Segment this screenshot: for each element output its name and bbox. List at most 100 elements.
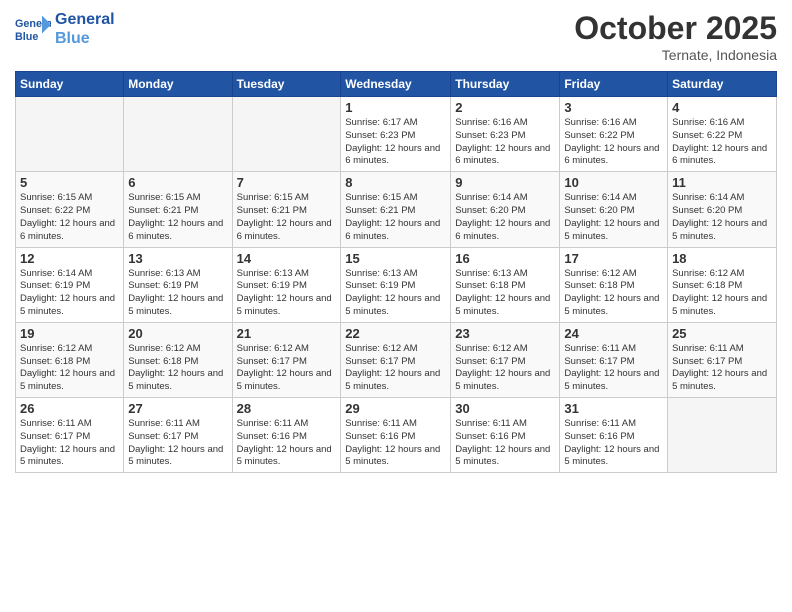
- generalblue-logo-icon: General Blue: [15, 11, 51, 47]
- day-number: 14: [237, 251, 337, 266]
- calendar-cell: 22Sunrise: 6:12 AMSunset: 6:17 PMDayligh…: [341, 322, 451, 397]
- cell-info: Sunrise: 6:12 AMSunset: 6:18 PMDaylight:…: [20, 343, 119, 394]
- day-number: 31: [564, 401, 663, 416]
- cell-info: Sunrise: 6:12 AMSunset: 6:17 PMDaylight:…: [345, 343, 446, 394]
- day-number: 10: [564, 175, 663, 190]
- calendar-cell: 31Sunrise: 6:11 AMSunset: 6:16 PMDayligh…: [560, 398, 668, 473]
- cell-info: Sunrise: 6:11 AMSunset: 6:17 PMDaylight:…: [672, 343, 772, 394]
- calendar-cell: 1 Sunrise: 6:17 AMSunset: 6:23 PMDaylight…: [341, 97, 451, 172]
- calendar-cell: 20Sunrise: 6:12 AMSunset: 6:18 PMDayligh…: [124, 322, 232, 397]
- cell-info: Sunrise: 6:14 AMSunset: 6:20 PMDaylight:…: [455, 192, 555, 243]
- calendar-cell: 26Sunrise: 6:11 AMSunset: 6:17 PMDayligh…: [16, 398, 124, 473]
- calendar-cell: 8 Sunrise: 6:15 AMSunset: 6:21 PMDaylight…: [341, 172, 451, 247]
- day-number: 27: [128, 401, 227, 416]
- cell-info: Sunrise: 6:15 AMSunset: 6:22 PMDaylight:…: [20, 192, 119, 243]
- calendar-cell: 4Sunrise: 6:16 AMSunset: 6:22 PMDaylight…: [668, 97, 777, 172]
- weekday-header-thursday: Thursday: [451, 72, 560, 97]
- calendar-week-row: 12Sunrise: 6:14 AMSunset: 6:19 PMDayligh…: [16, 247, 777, 322]
- calendar-cell: 6Sunrise: 6:15 AMSunset: 6:21 PMDaylight…: [124, 172, 232, 247]
- day-number: 6: [128, 175, 227, 190]
- day-number: 12: [20, 251, 119, 266]
- calendar-cell: 3Sunrise: 6:16 AMSunset: 6:22 PMDaylight…: [560, 97, 668, 172]
- cell-info: Sunrise: 6:12 AMSunset: 6:17 PMDaylight:…: [237, 343, 337, 394]
- day-number: 25: [672, 326, 772, 341]
- day-number: 29: [345, 401, 446, 416]
- weekday-header-saturday: Saturday: [668, 72, 777, 97]
- cell-info: Sunrise: 6:12 AMSunset: 6:18 PMDaylight:…: [672, 268, 772, 319]
- calendar-cell: 9 Sunrise: 6:14 AMSunset: 6:20 PMDaylight…: [451, 172, 560, 247]
- cell-info: Sunrise: 6:14 AMSunset: 6:20 PMDaylight:…: [564, 192, 663, 243]
- day-number: 24: [564, 326, 663, 341]
- calendar-cell: [232, 97, 341, 172]
- cell-info: Sunrise: 6:16 AMSunset: 6:22 PMDaylight:…: [672, 117, 772, 168]
- cell-info: Sunrise: 6:12 AMSunset: 6:17 PMDaylight:…: [455, 343, 555, 394]
- day-number: 9: [455, 175, 555, 190]
- calendar-cell: [668, 398, 777, 473]
- day-number: 2: [455, 100, 555, 115]
- day-number: 19: [20, 326, 119, 341]
- calendar-cell: 10 Sunrise: 6:14 AMSunset: 6:20 PMDayligh…: [560, 172, 668, 247]
- day-number: 1: [345, 100, 446, 115]
- title-area: October 2025 Ternate, Indonesia: [574, 10, 777, 63]
- cell-info: Sunrise: 6:16 AMSunset: 6:22 PMDaylight:…: [564, 117, 663, 168]
- cell-info: Sunrise: 6:13 AMSunset: 6:19 PMDaylight:…: [128, 268, 227, 319]
- weekday-header-sunday: Sunday: [16, 72, 124, 97]
- weekday-header-friday: Friday: [560, 72, 668, 97]
- calendar-cell: 23 Sunrise: 6:12 AMSunset: 6:17 PMDayligh…: [451, 322, 560, 397]
- cell-info: Sunrise: 6:14 AMSunset: 6:20 PMDaylight:…: [672, 192, 772, 243]
- cell-info: Sunrise: 6:11 AMSunset: 6:17 PMDaylight:…: [128, 418, 227, 469]
- location-subtitle: Ternate, Indonesia: [574, 47, 777, 63]
- day-number: 20: [128, 326, 227, 341]
- calendar-cell: 13Sunrise: 6:13 AMSunset: 6:19 PMDayligh…: [124, 247, 232, 322]
- calendar-cell: 12Sunrise: 6:14 AMSunset: 6:19 PMDayligh…: [16, 247, 124, 322]
- calendar-cell: 25 Sunrise: 6:11 AMSunset: 6:17 PMDayligh…: [668, 322, 777, 397]
- calendar-cell: 24 Sunrise: 6:11 AMSunset: 6:17 PMDayligh…: [560, 322, 668, 397]
- calendar-header-row: SundayMondayTuesdayWednesdayThursdayFrid…: [16, 72, 777, 97]
- weekday-header-tuesday: Tuesday: [232, 72, 341, 97]
- cell-info: Sunrise: 6:11 AMSunset: 6:17 PMDaylight:…: [564, 343, 663, 394]
- calendar-week-row: 19 Sunrise: 6:12 AMSunset: 6:18 PMDayligh…: [16, 322, 777, 397]
- calendar-cell: [124, 97, 232, 172]
- svg-text:Blue: Blue: [15, 31, 38, 43]
- calendar-cell: 5 Sunrise: 6:15 AMSunset: 6:22 PMDaylight…: [16, 172, 124, 247]
- day-number: 23: [455, 326, 555, 341]
- weekday-header-monday: Monday: [124, 72, 232, 97]
- cell-info: Sunrise: 6:11 AMSunset: 6:16 PMDaylight:…: [455, 418, 555, 469]
- cell-info: Sunrise: 6:15 AMSunset: 6:21 PMDaylight:…: [345, 192, 446, 243]
- calendar-cell: 14 Sunrise: 6:13 AMSunset: 6:19 PMDayligh…: [232, 247, 341, 322]
- page: General Blue General Blue October 2025 T…: [0, 0, 792, 612]
- day-number: 17: [564, 251, 663, 266]
- day-number: 8: [345, 175, 446, 190]
- day-number: 18: [672, 251, 772, 266]
- day-number: 15: [345, 251, 446, 266]
- calendar-cell: 18 Sunrise: 6:12 AMSunset: 6:18 PMDayligh…: [668, 247, 777, 322]
- calendar-cell: 19 Sunrise: 6:12 AMSunset: 6:18 PMDayligh…: [16, 322, 124, 397]
- calendar-cell: 30Sunrise: 6:11 AMSunset: 6:16 PMDayligh…: [451, 398, 560, 473]
- logo-blue: Blue: [55, 29, 115, 48]
- calendar-cell: 29 Sunrise: 6:11 AMSunset: 6:16 PMDayligh…: [341, 398, 451, 473]
- cell-info: Sunrise: 6:17 AMSunset: 6:23 PMDaylight:…: [345, 117, 446, 168]
- logo: General Blue General Blue: [15, 10, 115, 48]
- day-number: 28: [237, 401, 337, 416]
- calendar-cell: 21 Sunrise: 6:12 AMSunset: 6:17 PMDayligh…: [232, 322, 341, 397]
- calendar-cell: 11Sunrise: 6:14 AMSunset: 6:20 PMDayligh…: [668, 172, 777, 247]
- weekday-header-wednesday: Wednesday: [341, 72, 451, 97]
- calendar-cell: 2 Sunrise: 6:16 AMSunset: 6:23 PMDaylight…: [451, 97, 560, 172]
- calendar-table: SundayMondayTuesdayWednesdayThursdayFrid…: [15, 71, 777, 473]
- calendar-cell: [16, 97, 124, 172]
- calendar-cell: 15 Sunrise: 6:13 AMSunset: 6:19 PMDayligh…: [341, 247, 451, 322]
- calendar-cell: 27 Sunrise: 6:11 AMSunset: 6:17 PMDayligh…: [124, 398, 232, 473]
- day-number: 26: [20, 401, 119, 416]
- calendar-week-row: 26 Sunrise: 6:11 AMSunset: 6:17 PMDayligh…: [16, 398, 777, 473]
- day-number: 16: [455, 251, 555, 266]
- cell-info: Sunrise: 6:16 AMSunset: 6:23 PMDaylight:…: [455, 117, 555, 168]
- cell-info: Sunrise: 6:11 AMSunset: 6:16 PMDaylight:…: [345, 418, 446, 469]
- calendar-week-row: 5 Sunrise: 6:15 AMSunset: 6:22 PMDaylight…: [16, 172, 777, 247]
- day-number: 5: [20, 175, 119, 190]
- header: General Blue General Blue October 2025 T…: [15, 10, 777, 63]
- cell-info: Sunrise: 6:13 AMSunset: 6:19 PMDaylight:…: [345, 268, 446, 319]
- cell-info: Sunrise: 6:11 AMSunset: 6:16 PMDaylight:…: [237, 418, 337, 469]
- day-number: 21: [237, 326, 337, 341]
- calendar-cell: 17Sunrise: 6:12 AMSunset: 6:18 PMDayligh…: [560, 247, 668, 322]
- cell-info: Sunrise: 6:13 AMSunset: 6:19 PMDaylight:…: [237, 268, 337, 319]
